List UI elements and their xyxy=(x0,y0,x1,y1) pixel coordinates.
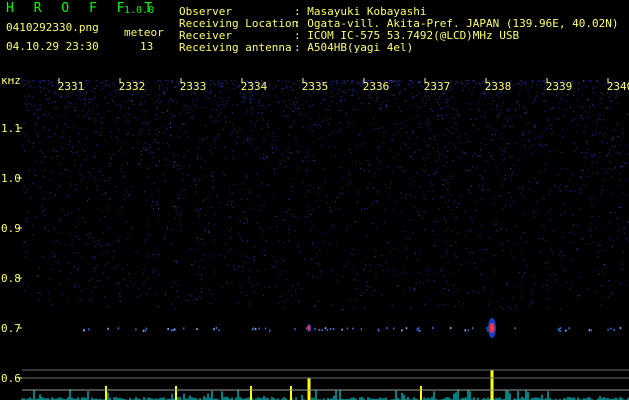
signal-peak xyxy=(175,386,177,400)
x-tick-label: 2333 xyxy=(180,80,207,93)
x-tick-label: 2336 xyxy=(363,80,390,93)
y-tick-label: 1.1 xyxy=(1,122,21,135)
y-tick-label: 0.9 xyxy=(1,222,21,235)
file-datetime: 04.10.29 23:30 xyxy=(6,40,99,53)
x-tick-label: 2340 xyxy=(607,80,629,93)
signal-peak xyxy=(290,386,292,400)
signal-peak xyxy=(250,386,252,400)
signal-peak xyxy=(307,378,311,400)
x-tick-label: 2335 xyxy=(302,80,329,93)
x-tick-label: 2339 xyxy=(546,80,573,93)
meteor-echoes xyxy=(307,318,496,338)
noise-field xyxy=(22,80,629,332)
meteor-echo xyxy=(489,323,495,333)
header-panel: H R O F F T 1.0.0 0410292330.png meteor … xyxy=(0,0,629,78)
spectrogram-canvas: kHz 1.1 1.0 0.9 0.8 0.7 0.6 2331 2332 2333 2334 233… xyxy=(1,78,629,400)
meteor-echo xyxy=(307,325,311,331)
y-tick-label: 0.8 xyxy=(1,272,21,285)
file-name: 0410292330.png xyxy=(6,21,99,34)
signal-level-trace xyxy=(21,370,629,400)
y-tick-label: 0.6 xyxy=(1,372,21,385)
x-tick-label: 2337 xyxy=(424,80,451,93)
y-tick-label: 1.0 xyxy=(1,172,21,185)
x-tick-label: 2338 xyxy=(485,80,512,93)
app-version: 1.0.0 xyxy=(124,5,155,16)
x-tick-label: 2334 xyxy=(241,80,268,93)
y-tick-label: 0.7 xyxy=(1,322,21,335)
signal-peak xyxy=(105,386,107,400)
x-tick-label: 2331 xyxy=(58,80,85,93)
y-axis-unit: kHz xyxy=(1,78,21,87)
meteor-count: 13 xyxy=(140,40,154,53)
signal-peak xyxy=(490,370,494,400)
x-tick-label: 2332 xyxy=(119,80,146,93)
antenna-value: : A504HB(yagi 4el) xyxy=(294,41,414,54)
signal-peak xyxy=(420,386,422,400)
spectrogram-panel: kHz 1.1 1.0 0.9 0.8 0.7 0.6 2331 2332 2333 2334 233… xyxy=(0,78,629,400)
antenna-label: Receiving antenna xyxy=(179,41,292,54)
meteor-label: meteor xyxy=(124,26,164,39)
